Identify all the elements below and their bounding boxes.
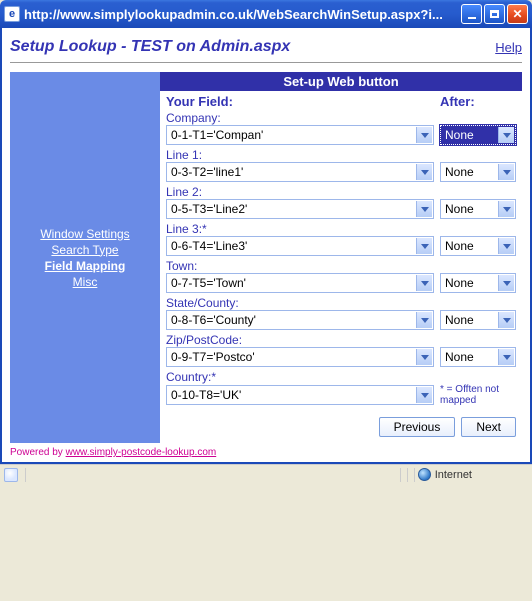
field-select-town[interactable]: 0-7-T5='Town': [166, 273, 434, 293]
field-row-state: 0-8-T6='County' None: [166, 310, 516, 330]
field-select-company[interactable]: 0-1-T1='Compan': [166, 125, 434, 145]
powered-by: Powered by www.simply-postcode-lookup.co…: [10, 447, 522, 458]
globe-icon: [418, 468, 431, 481]
sidebar-item-misc[interactable]: Misc: [73, 275, 98, 289]
field-label-company: Company:: [166, 111, 516, 125]
after-select-line3[interactable]: None: [440, 236, 516, 256]
after-value-line3: None: [445, 239, 474, 253]
help-link[interactable]: Help: [495, 40, 522, 55]
field-value-country: 0-10-T8='UK': [171, 388, 241, 402]
after-select-company[interactable]: None: [440, 125, 516, 145]
field-value-state: 0-8-T6='County': [171, 313, 256, 327]
chevron-down-icon: [416, 201, 432, 217]
main-panel: Set-up Web button Your Field: After: Com…: [160, 72, 522, 443]
field-select-line2[interactable]: 0-5-T3='Line2': [166, 199, 434, 219]
field-value-zip: 0-9-T7='Postco': [171, 350, 255, 364]
field-label-line2: Line 2:: [166, 185, 516, 199]
next-button[interactable]: Next: [461, 417, 516, 437]
field-label-town: Town:: [166, 259, 516, 273]
after-select-town[interactable]: None: [440, 273, 516, 293]
sidebar-item-window-settings[interactable]: Window Settings: [40, 227, 129, 241]
status-bar: Internet: [0, 464, 532, 484]
after-value-line2: None: [445, 202, 474, 216]
fields-area: Your Field: After: Company: 0-1-T1='Comp…: [160, 91, 522, 406]
field-row-line2: 0-5-T3='Line2' None: [166, 199, 516, 219]
status-zone: Internet: [435, 469, 472, 481]
field-row-line1: 0-3-T2='line1' None: [166, 162, 516, 182]
field-select-country[interactable]: 0-10-T8='UK': [166, 385, 434, 405]
chevron-down-icon: [416, 349, 432, 365]
window: e http://www.simplylookupadmin.co.uk/Web…: [0, 0, 532, 484]
client-area: Setup Lookup - TEST on Admin.aspx Help W…: [0, 28, 532, 464]
sidebar-item-search-type[interactable]: Search Type: [51, 243, 118, 257]
field-value-company: 0-1-T1='Compan': [171, 128, 263, 142]
after-select-line1[interactable]: None: [440, 162, 516, 182]
page-icon: [4, 468, 18, 482]
layout: Window Settings Search Type Field Mappin…: [10, 72, 522, 443]
field-label-country: Country:*: [166, 370, 516, 384]
maximize-button[interactable]: [484, 4, 505, 24]
after-select-state[interactable]: None: [440, 310, 516, 330]
chevron-down-icon: [416, 312, 432, 328]
field-label-zip: Zip/PostCode:: [166, 333, 516, 347]
page-header: Setup Lookup - TEST on Admin.aspx Help: [10, 34, 522, 58]
field-value-line3: 0-6-T4='Line3': [171, 239, 247, 253]
note-often-not-mapped: * = Offten not mapped: [440, 384, 516, 406]
after-value-state: None: [445, 313, 474, 327]
field-row-town: 0-7-T5='Town' None: [166, 273, 516, 293]
field-value-town: 0-7-T5='Town': [171, 276, 246, 290]
field-value-line2: 0-5-T3='Line2': [171, 202, 247, 216]
chevron-down-icon: [416, 164, 432, 180]
chevron-down-icon: [416, 238, 432, 254]
divider: [10, 62, 522, 64]
panel-title: Set-up Web button: [160, 72, 522, 91]
chevron-down-icon: [498, 127, 514, 143]
chevron-down-icon: [498, 349, 514, 365]
after-select-line2[interactable]: None: [440, 199, 516, 219]
field-select-line1[interactable]: 0-3-T2='line1': [166, 162, 434, 182]
chevron-down-icon: [498, 164, 514, 180]
after-value-town: None: [445, 276, 474, 290]
powered-prefix: Powered by: [10, 447, 66, 458]
after-value-company: None: [445, 128, 474, 142]
field-select-state[interactable]: 0-8-T6='County': [166, 310, 434, 330]
ie-icon: e: [4, 6, 20, 22]
field-label-state: State/County:: [166, 296, 516, 310]
column-headers: Your Field: After:: [166, 94, 516, 109]
after-value-zip: None: [445, 350, 474, 364]
col-after: After:: [440, 94, 516, 109]
chevron-down-icon: [498, 238, 514, 254]
close-button[interactable]: [507, 4, 528, 24]
minimize-button[interactable]: [461, 4, 482, 24]
after-value-line1: None: [445, 165, 474, 179]
chevron-down-icon: [498, 201, 514, 217]
sidebar: Window Settings Search Type Field Mappin…: [10, 72, 160, 443]
window-title: http://www.simplylookupadmin.co.uk/WebSe…: [24, 7, 461, 22]
field-row-line3: 0-6-T4='Line3' None: [166, 236, 516, 256]
sidebar-item-field-mapping[interactable]: Field Mapping: [45, 259, 126, 273]
chevron-down-icon: [416, 275, 432, 291]
field-row-zip: 0-9-T7='Postco' None: [166, 347, 516, 367]
field-label-line1: Line 1:: [166, 148, 516, 162]
chevron-down-icon: [498, 275, 514, 291]
field-value-line1: 0-3-T2='line1': [171, 165, 243, 179]
titlebar: e http://www.simplylookupadmin.co.uk/Web…: [0, 0, 532, 28]
chevron-down-icon: [416, 387, 432, 403]
chevron-down-icon: [416, 127, 432, 143]
field-row-country: 0-10-T8='UK' * = Offten not mapped: [166, 384, 516, 406]
field-select-zip[interactable]: 0-9-T7='Postco': [166, 347, 434, 367]
page-title: Setup Lookup - TEST on Admin.aspx: [10, 38, 495, 56]
chevron-down-icon: [498, 312, 514, 328]
after-select-zip[interactable]: None: [440, 347, 516, 367]
field-label-line3: Line 3:*: [166, 222, 516, 236]
window-controls: [461, 4, 528, 24]
field-row-company: 0-1-T1='Compan' None: [166, 125, 516, 145]
col-your-field: Your Field:: [166, 94, 440, 109]
previous-button[interactable]: Previous: [379, 417, 456, 437]
field-select-line3[interactable]: 0-6-T4='Line3': [166, 236, 434, 256]
button-row: Previous Next: [160, 409, 522, 443]
powered-link[interactable]: www.simply-postcode-lookup.com: [66, 447, 217, 458]
